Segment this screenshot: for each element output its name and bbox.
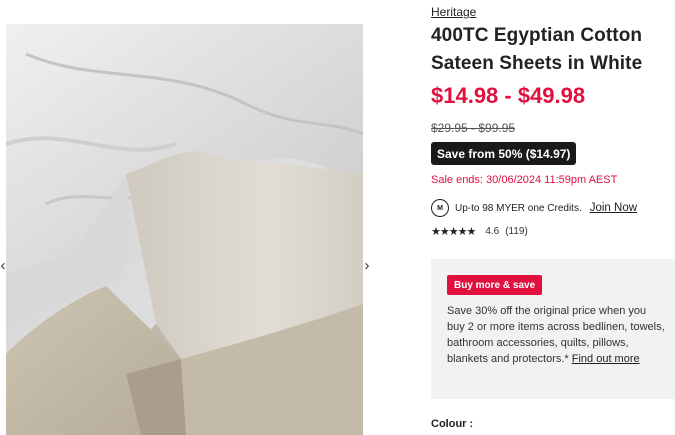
- product-image[interactable]: [6, 24, 363, 435]
- star-rating-icon: ★★★★★: [431, 226, 476, 238]
- myer-credits: M Up-to 98 MYER one Credits. Join Now: [431, 199, 637, 217]
- sheet-photo: [6, 24, 363, 435]
- save-badge: Save from 50% ($14.97): [431, 142, 577, 165]
- rating[interactable]: ★★★★★ 4.6 (119): [431, 225, 528, 238]
- promo-box: Buy more & save Save 30% off the origina…: [431, 259, 675, 399]
- find-out-more-link[interactable]: Find out more: [572, 353, 640, 365]
- gallery-prev-button[interactable]: ‹: [0, 256, 10, 276]
- product-gallery: ‹ ›: [0, 0, 380, 435]
- gallery-next-button[interactable]: ›: [360, 256, 374, 276]
- chevron-right-icon: ›: [364, 257, 370, 274]
- promo-tag: Buy more & save: [447, 275, 543, 295]
- rating-value: 4.6: [485, 226, 500, 237]
- myer-one-icon: M: [431, 199, 449, 217]
- chevron-left-icon: ‹: [0, 257, 6, 274]
- credits-text: Up-to 98 MYER one Credits.: [455, 202, 582, 214]
- sale-ends-text: Sale ends: 30/06/2024 11:59pm AEST: [431, 174, 618, 186]
- brand-link[interactable]: Heritage: [431, 5, 476, 19]
- was-price: $29.95 - $99.95: [431, 121, 516, 135]
- price-range: $14.98 - $49.98: [431, 83, 586, 108]
- promo-text: Save 30% off the original price when you…: [447, 303, 665, 367]
- review-count: (119): [505, 226, 528, 237]
- product-title: 400TC Egyptian Cotton Sateen Sheets in W…: [431, 25, 643, 74]
- colour-label: Colour :: [431, 418, 474, 430]
- join-now-link[interactable]: Join Now: [590, 202, 637, 214]
